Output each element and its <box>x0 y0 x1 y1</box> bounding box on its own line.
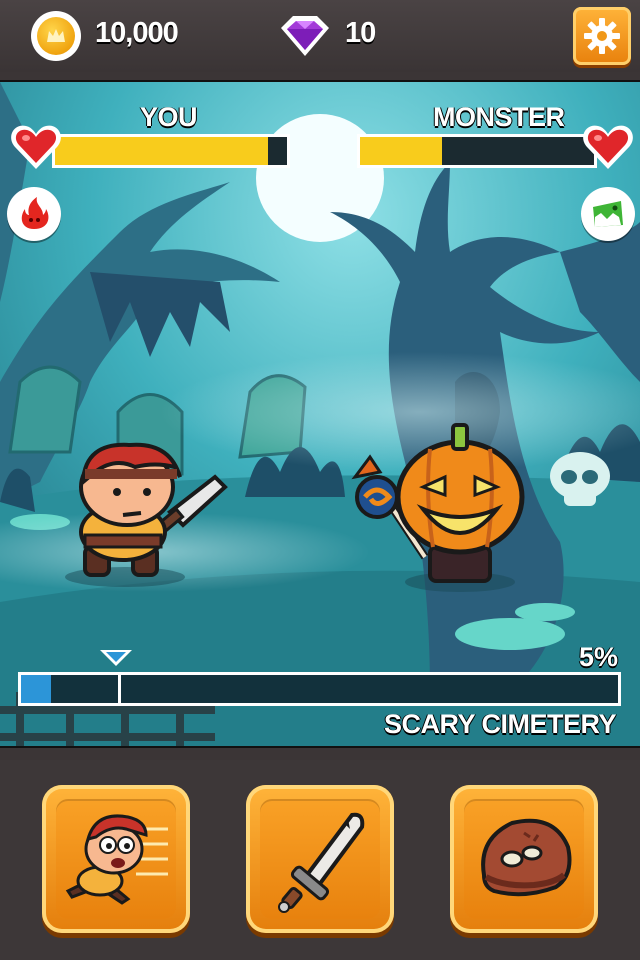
stage-name: SCARY CIMETERY <box>383 709 617 739</box>
player-health-fill <box>55 137 269 165</box>
player-health-bar <box>52 134 290 168</box>
sword-icon <box>278 812 365 913</box>
level-progress-fill <box>21 675 51 703</box>
level-progress-percent: 5% <box>578 642 618 672</box>
enemy-health-bar <box>357 134 597 168</box>
meat-steak-icon <box>481 818 572 897</box>
battle-scene: YOU MONSTER 5% SCARY CIMETERY <box>0 80 640 748</box>
flee-button[interactable] <box>42 785 190 933</box>
coin-count: 10,000 <box>95 17 179 49</box>
action-panel <box>0 760 640 960</box>
graveyard-background <box>0 82 640 746</box>
running-hero-icon <box>65 814 168 905</box>
attack-button[interactable] <box>246 785 394 933</box>
enemy-health-fill <box>360 137 442 165</box>
item-button[interactable] <box>450 785 598 933</box>
progress-marker-icon <box>100 650 132 666</box>
gear-icon <box>584 18 620 54</box>
enemy-label: MONSTER <box>433 102 565 132</box>
progress-checkpoint <box>118 675 121 703</box>
crown-coin-icon <box>31 11 81 61</box>
purple-gem-icon <box>281 16 329 56</box>
player-label: YOU <box>140 102 198 132</box>
settings-button[interactable] <box>573 7 631 65</box>
green-monster-icon <box>581 187 635 241</box>
level-progress-bar <box>18 672 621 706</box>
gem-count: 10 <box>345 17 376 49</box>
top-bar: 10,000 10 <box>0 0 640 72</box>
player-heart-icon <box>11 125 61 169</box>
enemy-heart-icon <box>583 125 633 169</box>
fire-icon <box>7 187 61 241</box>
